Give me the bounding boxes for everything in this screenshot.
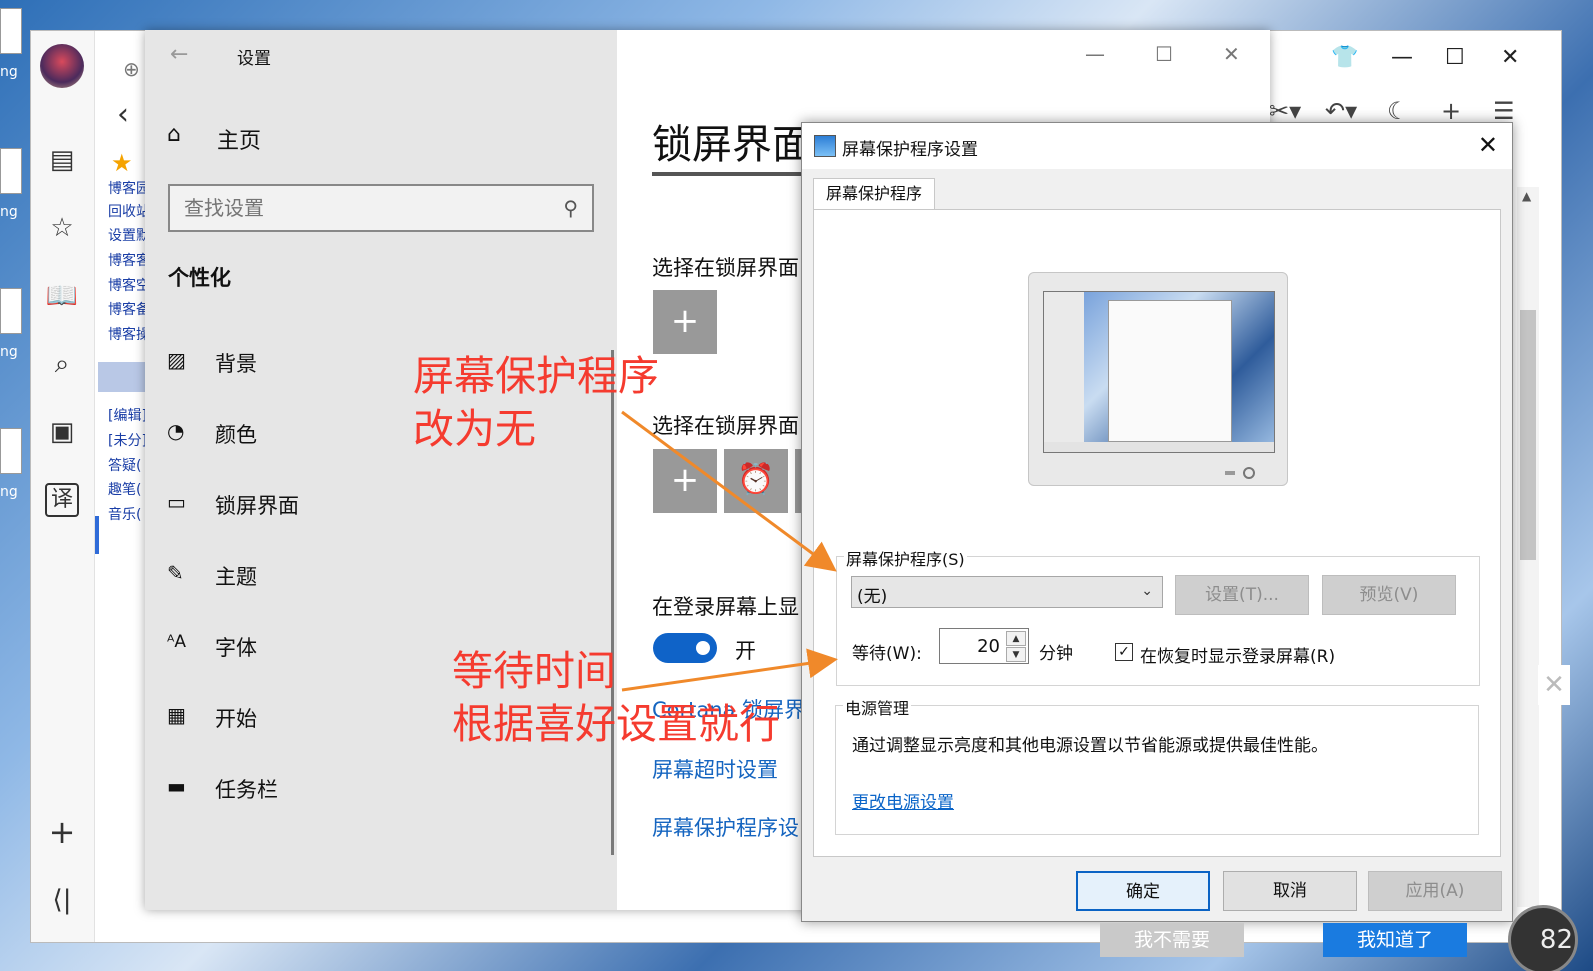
arrow-to-screensaver-select — [621, 410, 837, 572]
annotation-arrows — [621, 410, 838, 692]
arrow-to-wait-field — [621, 648, 838, 692]
